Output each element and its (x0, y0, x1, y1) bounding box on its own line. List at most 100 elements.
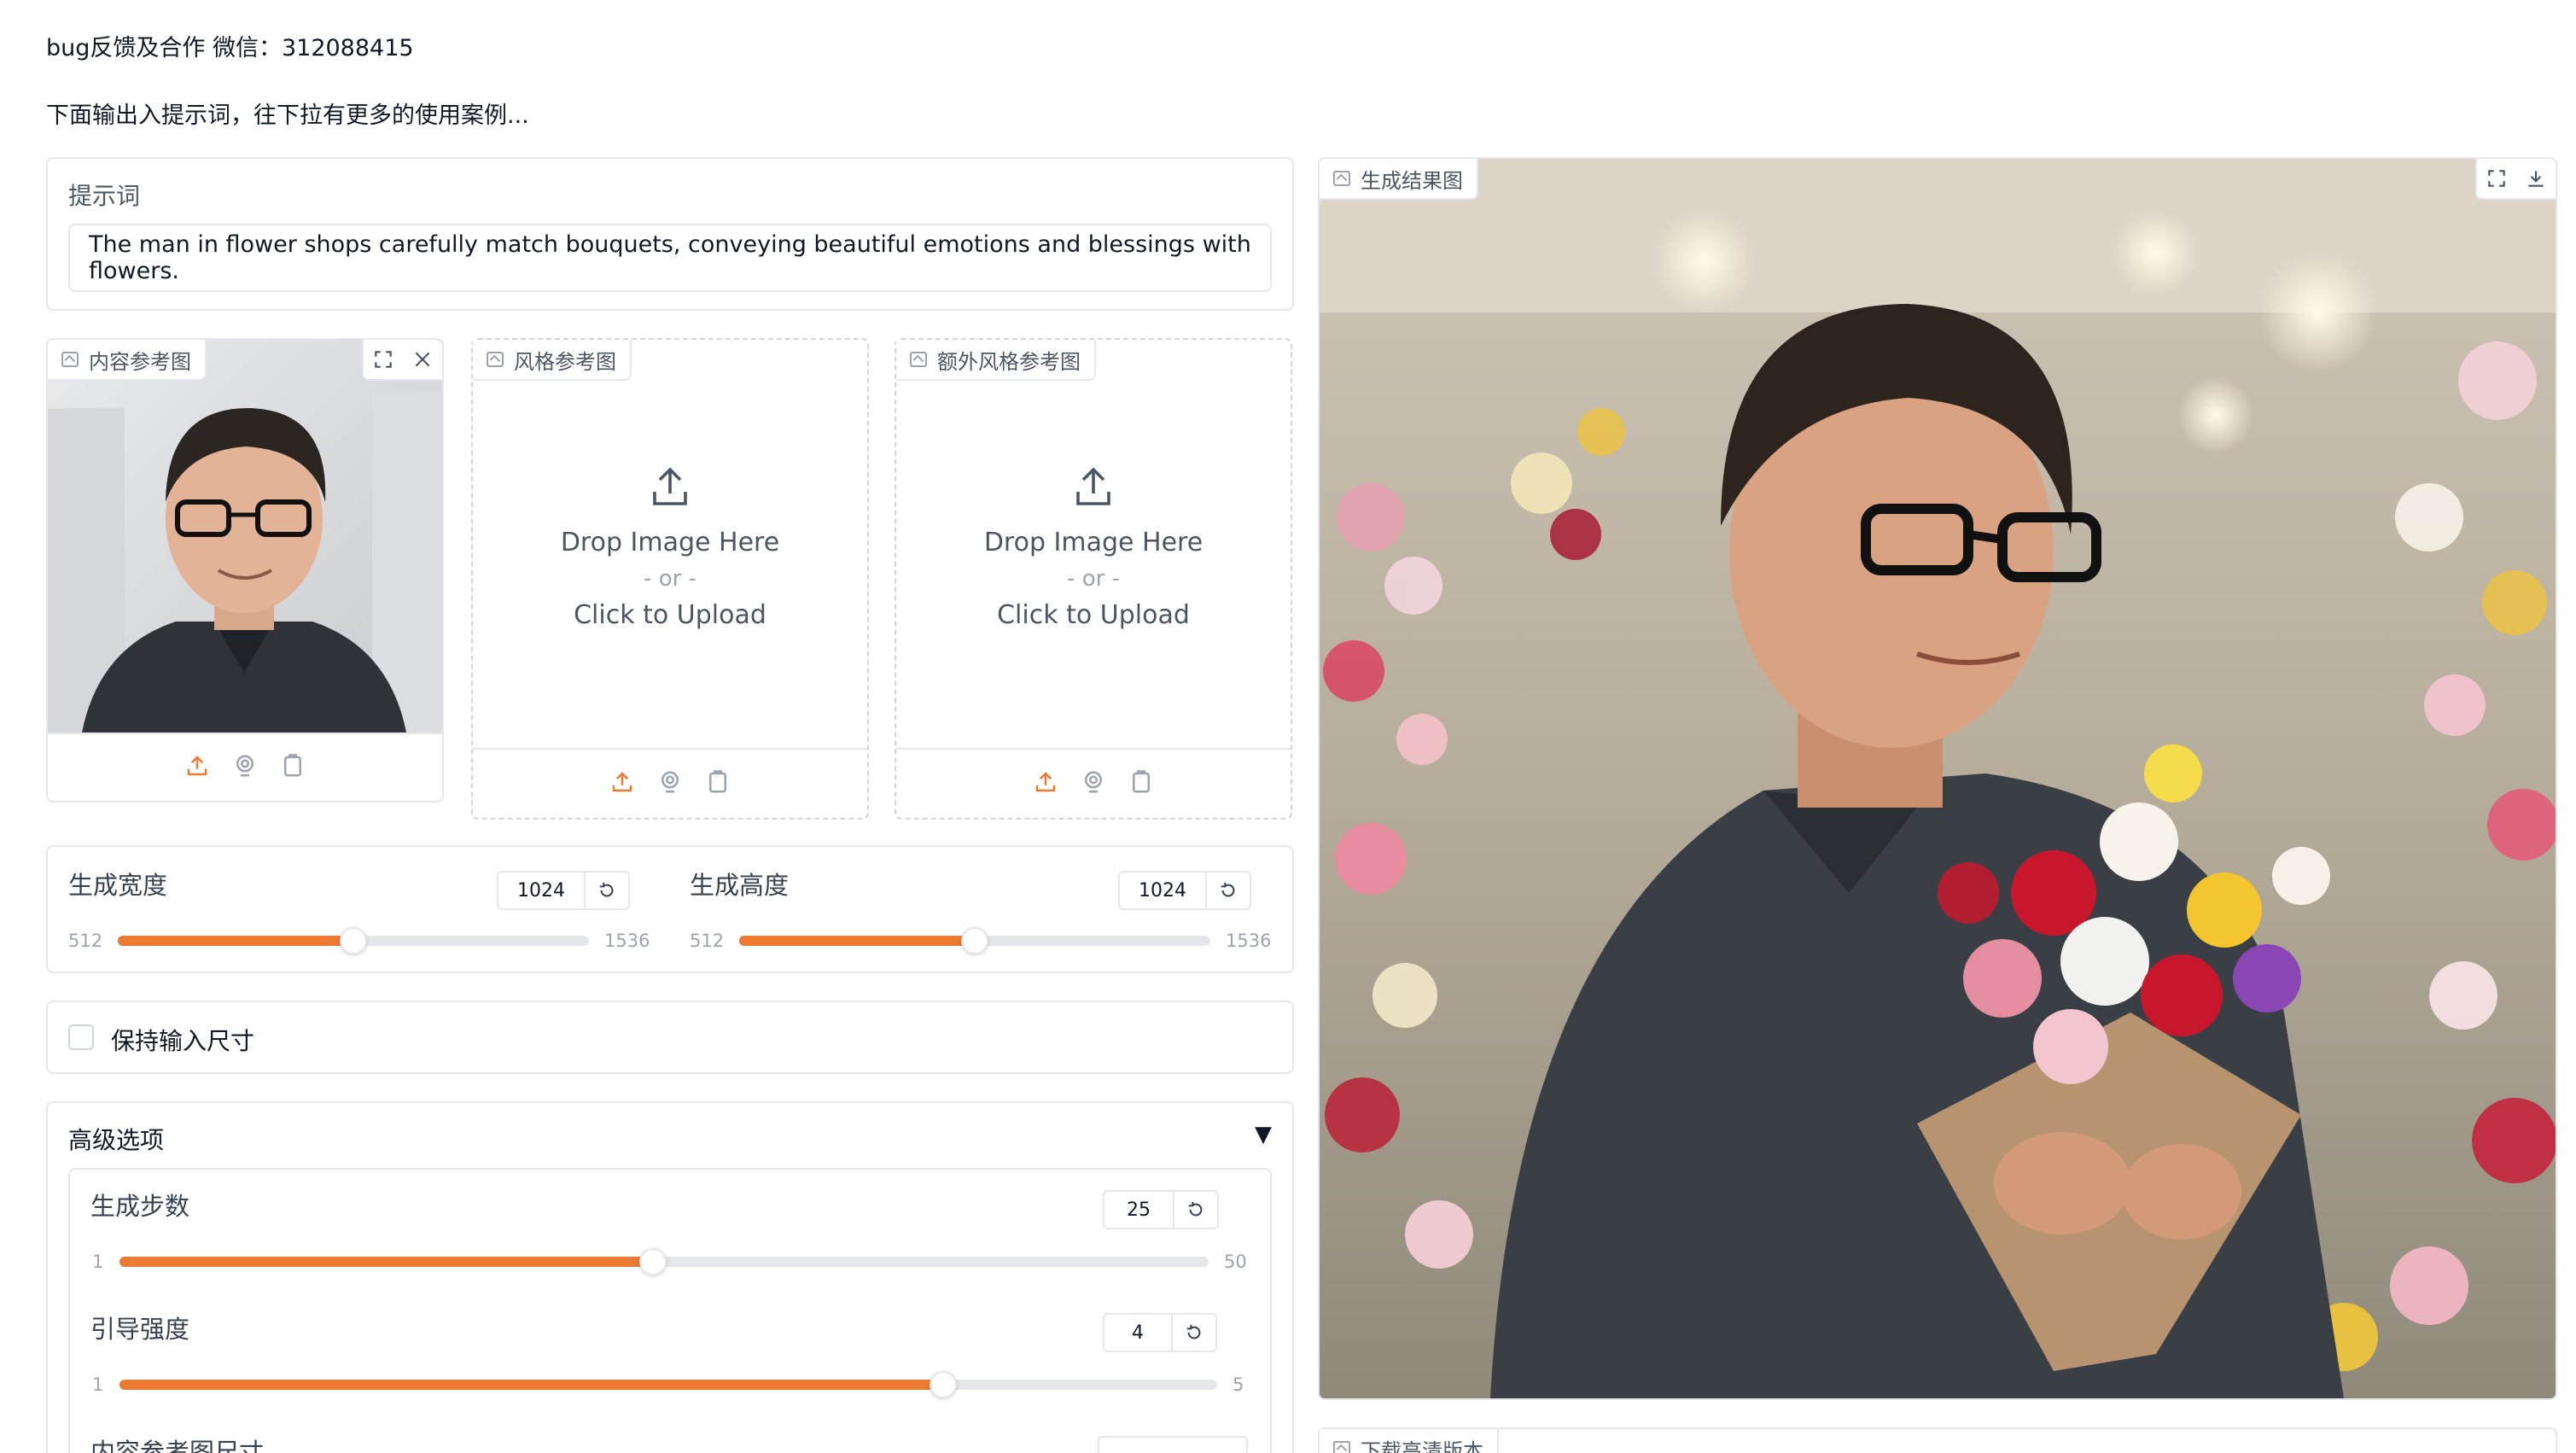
fullscreen-icon[interactable] (2477, 159, 2516, 198)
prompt-input[interactable]: The man in flower shops carefully match … (68, 224, 1272, 292)
steps-slider[interactable] (119, 1248, 1209, 1275)
image-icon (487, 352, 504, 367)
width-min: 512 (68, 931, 103, 951)
image-icon (910, 352, 927, 367)
style-ref-tag: 风格参考图 (473, 340, 632, 381)
download-icon[interactable] (2516, 159, 2556, 198)
advanced-inner-block: 生成步数 25 1 50 引导强度 4 1 5 内容参考图尺寸 (68, 1168, 1272, 1453)
close-icon[interactable] (403, 340, 442, 379)
steps-value[interactable]: 25 (1104, 1192, 1174, 1228)
upload-arrow-icon (1073, 464, 1114, 509)
style-ref-label: 风格参考图 (514, 349, 616, 374)
size-sliders-block: 生成宽度 1024 512 1536 生成高度 1024 512 1536 (46, 845, 1294, 973)
content-ref-actions (362, 340, 442, 381)
contact-text: bug反馈及合作 微信：312088415 (46, 35, 414, 61)
width-slider-thumb[interactable] (340, 927, 367, 954)
clipboard-icon[interactable] (280, 753, 306, 782)
upload-arrow-icon (650, 464, 691, 509)
webcam-icon[interactable] (232, 753, 258, 782)
content-ref-label: 内容参考图 (89, 349, 191, 374)
content-ref-image (48, 340, 442, 732)
drop-text: Drop Image Here (560, 528, 780, 557)
steps-min: 1 (92, 1252, 104, 1272)
clipboard-icon[interactable] (1128, 769, 1154, 798)
steps-max: 50 (1224, 1252, 1247, 1272)
result-label: 生成结果图 (1361, 168, 1463, 193)
height-label: 生成高度 (690, 871, 790, 900)
extra-style-ref-dropzone[interactable]: Drop Image Here - or - Click to Upload (896, 381, 1291, 714)
extra-style-ref-toolbar (896, 748, 1291, 818)
fullscreen-icon[interactable] (364, 340, 403, 379)
file-icon (1333, 1441, 1350, 1453)
webcam-icon[interactable] (1081, 769, 1106, 798)
result-actions (2475, 159, 2556, 200)
download-label: 下载高清版本 (1361, 1438, 1483, 1453)
keep-size-checkbox[interactable] (68, 1024, 94, 1050)
content-ref-block: 内容参考图 (46, 338, 444, 802)
width-max: 1536 (604, 931, 650, 951)
or-text: - or - (1067, 566, 1120, 592)
result-block: 生成结果图 (1318, 157, 2557, 1400)
height-slider-thumb[interactable] (961, 927, 988, 954)
upload-icon[interactable] (1033, 769, 1058, 798)
reset-icon[interactable] (586, 872, 628, 908)
upload-icon[interactable] (609, 769, 635, 798)
guidance-slider-fill (119, 1380, 943, 1390)
image-icon (61, 352, 79, 367)
height-max: 1536 (1226, 931, 1272, 951)
steps-number-input[interactable]: 25 (1103, 1190, 1219, 1229)
width-label: 生成宽度 (68, 871, 168, 900)
ref-size-number-input[interactable] (1098, 1436, 1248, 1453)
extra-style-ref-label: 额外风格参考图 (937, 349, 1081, 374)
click-upload-text: Click to Upload (574, 600, 766, 630)
result-tag: 生成结果图 (1320, 159, 1478, 200)
guidance-slider[interactable] (119, 1371, 1217, 1398)
clipboard-icon[interactable] (705, 769, 731, 798)
height-slider[interactable] (739, 927, 1210, 954)
height-value[interactable]: 1024 (1120, 872, 1207, 908)
guidance-value[interactable]: 4 (1104, 1315, 1173, 1351)
advanced-title[interactable]: 高级选项 (68, 1122, 164, 1156)
style-ref-block[interactable]: 风格参考图 Drop Image Here - or - Click to Up… (471, 338, 869, 820)
guidance-max: 5 (1233, 1374, 1244, 1395)
steps-label: 生成步数 (90, 1192, 190, 1221)
or-text: - or - (644, 566, 696, 592)
height-number-input[interactable]: 1024 (1118, 871, 1251, 910)
reset-icon[interactable] (1207, 872, 1250, 908)
guidance-slider-thumb[interactable] (929, 1371, 957, 1398)
content-ref-tag: 内容参考图 (48, 340, 207, 381)
extra-style-ref-block[interactable]: 额外风格参考图 Drop Image Here - or - Click to … (895, 338, 1292, 820)
result-image (1320, 159, 2556, 1398)
ref-size-label: 内容参考图尺寸 (90, 1438, 265, 1453)
style-ref-toolbar (473, 748, 867, 818)
upload-icon[interactable] (184, 753, 210, 782)
prompt-block: 提示词 The man in flower shops carefully ma… (46, 157, 1294, 311)
keep-size-block: 保持输入尺寸 (46, 1001, 1294, 1074)
advanced-block: 高级选项 ▼ 生成步数 25 1 50 引导强度 4 1 5 内容参考图尺寸 (46, 1101, 1294, 1453)
guidance-min: 1 (92, 1374, 104, 1395)
reset-icon[interactable] (1174, 1192, 1217, 1228)
style-ref-dropzone[interactable]: Drop Image Here - or - Click to Upload (473, 381, 867, 714)
click-upload-text: Click to Upload (997, 600, 1190, 630)
width-value[interactable]: 1024 (498, 872, 586, 908)
advanced-toggle-icon[interactable]: ▼ (1255, 1122, 1272, 1147)
height-slider-fill (739, 936, 975, 946)
drop-text: Drop Image Here (983, 528, 1203, 557)
extra-style-ref-tag: 额外风格参考图 (896, 340, 1096, 381)
content-ref-toolbar (48, 732, 442, 801)
intro-text: 下面输出入提示词，往下拉有更多的使用案例... (46, 102, 529, 129)
download-block: 下载高清版本 (1318, 1427, 2557, 1453)
image-icon (1333, 171, 1350, 186)
height-min: 512 (690, 931, 725, 951)
guidance-label: 引导强度 (90, 1315, 190, 1344)
prompt-label: 提示词 (68, 182, 141, 210)
width-number-input[interactable]: 1024 (497, 871, 630, 910)
steps-slider-thumb[interactable] (639, 1248, 667, 1275)
width-slider[interactable] (118, 927, 589, 954)
guidance-number-input[interactable]: 4 (1103, 1313, 1217, 1352)
download-tag: 下载高清版本 (1320, 1429, 1499, 1453)
webcam-icon[interactable] (657, 769, 683, 798)
width-slider-fill (118, 936, 353, 946)
reset-icon[interactable] (1173, 1315, 1215, 1351)
steps-slider-fill (119, 1257, 654, 1267)
